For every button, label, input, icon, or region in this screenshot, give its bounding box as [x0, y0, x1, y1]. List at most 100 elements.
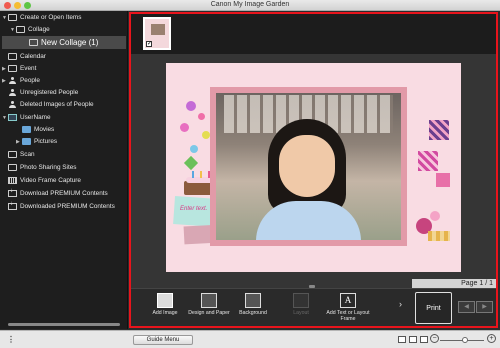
sidebar-item-label: Create or Open Items — [20, 14, 82, 21]
add-text-label: Add Text or Layout Frame — [326, 310, 370, 322]
bottom-bar: ⋮ Guide Menu − + — [0, 330, 500, 348]
sidebar-item-scan[interactable]: Scan — [8, 149, 35, 160]
sidebar-item-label: People — [20, 77, 40, 84]
layout-icon — [293, 293, 309, 308]
checkbox-icon[interactable]: ✓ — [146, 41, 152, 47]
sidebar-item-new-collage[interactable]: New Collage (1) — [2, 36, 126, 49]
download-icon — [8, 188, 17, 197]
sidebar-item-download-premium[interactable]: Download PREMIUM Contents — [8, 188, 108, 199]
flower-sticker-icon[interactable] — [186, 101, 196, 111]
flower-sticker-icon[interactable] — [430, 211, 440, 221]
sidebar-item-movies[interactable]: Movies — [16, 124, 54, 135]
page-thumbnail-strip: ✓ — [131, 14, 496, 54]
enter-text-placeholder[interactable]: Enter text. — [180, 206, 207, 212]
person-icon — [8, 77, 17, 84]
download-icon — [8, 201, 17, 210]
sidebar-scrollbar[interactable] — [8, 323, 120, 326]
design-and-paper-button[interactable]: Design and Paper — [187, 292, 231, 325]
sidebar-item-photo-sharing[interactable]: Photo Sharing Sites — [8, 162, 77, 173]
sidebar-item-label: New Collage (1) — [41, 38, 99, 47]
flower-sticker-icon[interactable] — [198, 113, 205, 120]
create-icon — [8, 14, 17, 21]
photo-frame[interactable] — [210, 87, 407, 246]
gift-box-sticker-icon[interactable] — [418, 151, 438, 171]
sidebar-item-people[interactable]: ▶ People — [2, 75, 40, 86]
layout-button[interactable]: Layout — [279, 292, 323, 325]
sidebar-item-label: Unregistered People — [20, 89, 79, 96]
view-mode-icon[interactable] — [398, 336, 406, 343]
event-icon — [8, 65, 17, 72]
film-icon — [8, 177, 17, 184]
add-image-button[interactable]: Add Image — [143, 292, 187, 325]
add-text-icon: A — [340, 293, 356, 308]
sidebar-item-label: Collage — [28, 26, 50, 33]
sidebar-item-label: Video Frame Capture — [20, 177, 81, 184]
sidebar-item-label: Pictures — [34, 138, 58, 145]
collage-photo[interactable] — [216, 93, 401, 240]
star-sticker-icon[interactable] — [183, 155, 199, 171]
guide-menu-button[interactable]: Guide Menu — [133, 335, 193, 345]
edit-toolbar: Add Image Design and Paper Background La… — [131, 288, 496, 326]
scan-icon — [8, 151, 17, 158]
sidebar-item-calendar[interactable]: Calendar — [8, 51, 46, 62]
sidebar-item-label: Downloaded PREMIUM Contents — [20, 203, 115, 210]
calendar-icon — [8, 53, 17, 60]
sidebar-item-event[interactable]: ▶ Event — [2, 63, 36, 74]
sidebar: ▼ Create or Open Items ▼ Collage New Col… — [0, 11, 128, 329]
sidebar-item-deleted-people[interactable]: Deleted Images of People — [8, 99, 94, 110]
design-paper-icon — [201, 293, 217, 308]
gift-box-sticker-icon[interactable] — [429, 120, 449, 140]
title-bar: Canon My Image Garden — [0, 0, 500, 11]
sidebar-item-label: Movies — [34, 126, 55, 133]
sidebar-item-downloaded-premium[interactable]: Downloaded PREMIUM Contents — [8, 201, 115, 212]
background-button[interactable]: Background — [231, 292, 275, 325]
background-icon — [245, 293, 261, 308]
flower-sticker-icon[interactable] — [202, 131, 210, 139]
flower-sticker-icon[interactable] — [180, 123, 189, 132]
print-button[interactable]: Print — [415, 292, 452, 324]
background-label: Background — [239, 310, 267, 316]
canvas-area: Enter text. Page 1 / 1 — [131, 54, 496, 289]
zoom-in-icon[interactable]: + — [487, 334, 496, 343]
sidebar-item-label: Scan — [20, 151, 35, 158]
layout-label: Layout — [293, 310, 309, 316]
thumbnail-photo — [151, 24, 165, 35]
person-icon — [8, 89, 17, 96]
sidebar-item-collage[interactable]: ▼ Collage — [10, 24, 126, 35]
collage-icon — [16, 26, 25, 33]
full-screen-icon[interactable] — [420, 336, 428, 343]
share-icon — [8, 164, 17, 171]
previous-page-button[interactable]: ◀ — [458, 301, 475, 313]
gift-box-sticker-icon[interactable] — [436, 173, 450, 187]
fit-view-icon[interactable] — [409, 336, 417, 343]
photo-subject-face — [279, 135, 335, 197]
main-edit-area: ✓ Enter text. Page 1 / 1 Add Image Desig… — [129, 12, 498, 328]
flower-sticker-icon[interactable] — [190, 145, 198, 153]
sidebar-item-label: Deleted Images of People — [20, 101, 94, 108]
sidebar-item-label: Calendar — [20, 53, 46, 60]
zoom-out-icon[interactable]: − — [430, 334, 439, 343]
sidebar-item-username[interactable]: ▼ UserName — [2, 112, 51, 123]
window-title: Canon My Image Garden — [210, 1, 290, 8]
info-icon[interactable]: ⋮ — [7, 335, 15, 345]
add-text-button[interactable]: A Add Text or Layout Frame — [323, 292, 373, 325]
sidebar-item-video-frame-capture[interactable]: Video Frame Capture — [8, 175, 81, 186]
sidebar-item-create-or-open[interactable]: ▼ Create or Open Items — [2, 12, 126, 23]
sidebar-item-label: Download PREMIUM Contents — [20, 190, 108, 197]
computer-icon — [8, 114, 17, 121]
chevron-right-icon[interactable]: › — [399, 299, 407, 313]
zoom-slider-knob[interactable] — [462, 337, 468, 343]
page-thumbnail[interactable]: ✓ — [143, 17, 171, 50]
sidebar-item-label: UserName — [20, 114, 51, 121]
person-icon — [8, 101, 17, 108]
item-icon — [29, 39, 38, 46]
collage-page[interactable]: Enter text. — [166, 63, 461, 272]
ribbon-sticker-icon[interactable] — [428, 231, 450, 241]
sidebar-item-label: Photo Sharing Sites — [20, 164, 77, 171]
sidebar-item-unregistered-people[interactable]: Unregistered People — [8, 87, 78, 98]
next-page-button[interactable]: ▶ — [476, 301, 493, 313]
add-image-icon — [157, 293, 173, 308]
add-image-label: Add Image — [152, 310, 178, 316]
folder-icon — [22, 138, 31, 145]
sidebar-item-pictures[interactable]: ▶ Pictures — [16, 136, 57, 147]
